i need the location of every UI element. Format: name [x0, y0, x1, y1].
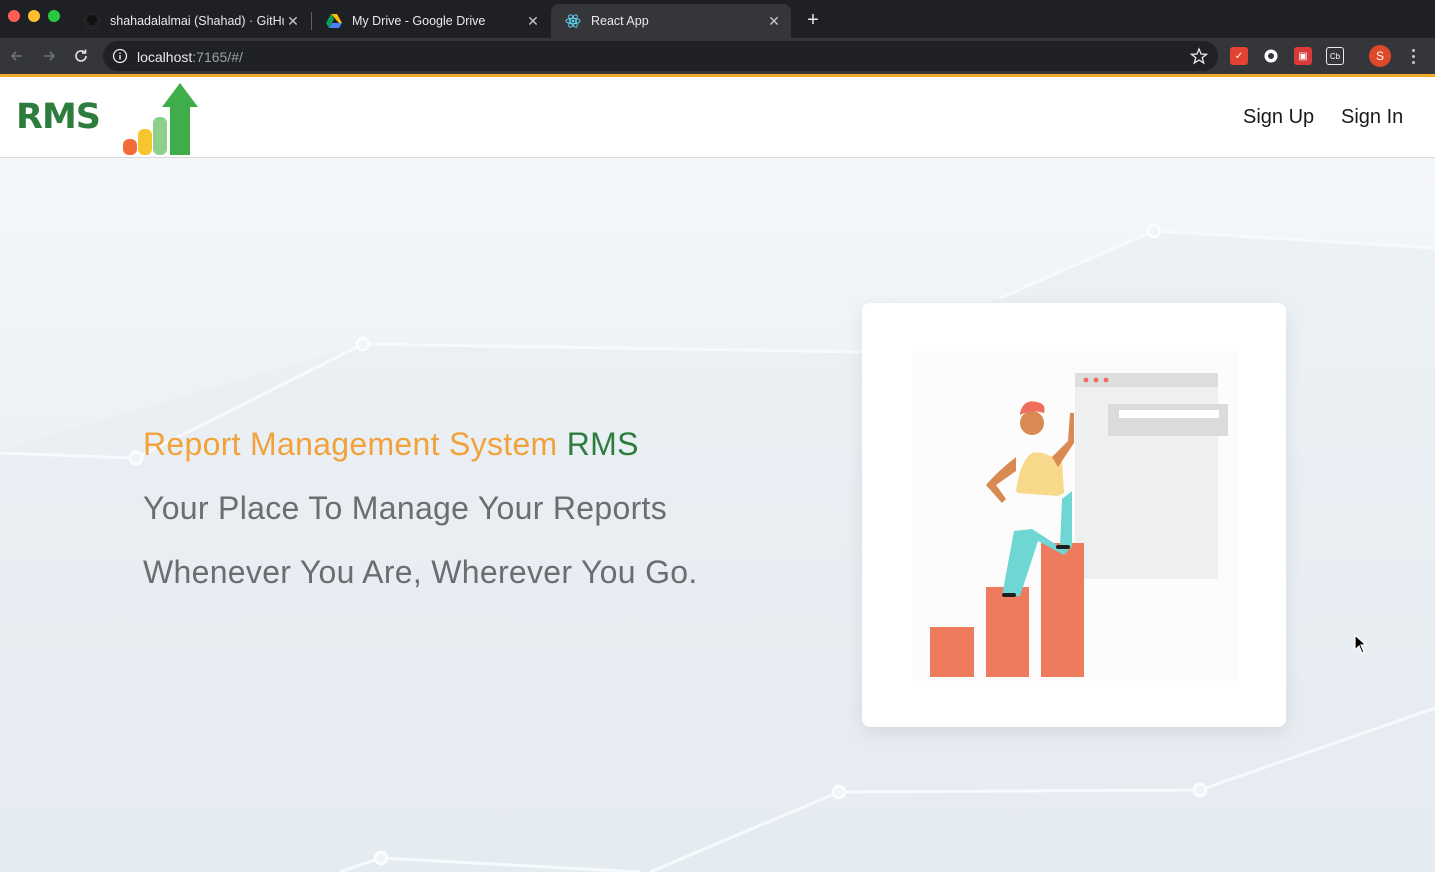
- browser-tab-github[interactable]: shahadalalmai (Shahad) · GitHub ✕: [70, 4, 310, 38]
- sign-in-link[interactable]: Sign In: [1341, 106, 1403, 129]
- browser-tab-google-drive[interactable]: My Drive - Google Drive ✕: [312, 4, 550, 38]
- browser-tab-react-app[interactable]: React App ✕: [551, 4, 791, 38]
- hero-tagline-2: Whenever You Are, Wherever You Go.: [143, 554, 698, 590]
- brand-logo-text[interactable]: RMS: [16, 97, 101, 137]
- browser-toolbar: localhost:7165/#/ ✓ ▣ Cb S: [0, 38, 1435, 74]
- github-icon: [84, 13, 100, 29]
- mouse-cursor-icon: [1354, 634, 1368, 654]
- browser-menu-icon[interactable]: [1404, 46, 1422, 66]
- hero-headline: Report Management System RMS: [143, 426, 639, 463]
- back-icon[interactable]: [5, 44, 29, 68]
- todoist-icon[interactable]: ✓: [1230, 47, 1248, 65]
- new-tab-button[interactable]: +: [800, 8, 826, 32]
- illustration-card: [862, 303, 1286, 727]
- react-icon: [565, 13, 581, 29]
- url-host: localhost: [137, 49, 193, 65]
- hero-tagline-1: Your Place To Manage Your Reports: [143, 490, 668, 526]
- headline-system-name: Report Management System: [143, 426, 558, 462]
- url-path: :7165/#/: [192, 49, 243, 65]
- tab-title: My Drive - Google Drive: [352, 14, 486, 28]
- bookmark-star-icon[interactable]: [1189, 47, 1209, 65]
- tab-title: React App: [591, 14, 649, 28]
- headline-acronym: RMS: [566, 426, 639, 462]
- close-icon[interactable]: ✕: [524, 12, 542, 30]
- app-header: RMS Sign Up Sign In: [0, 77, 1435, 158]
- google-drive-icon: [326, 13, 342, 29]
- close-icon[interactable]: ✕: [765, 12, 783, 30]
- extension-circle-icon[interactable]: [1262, 47, 1280, 65]
- profile-avatar[interactable]: S: [1369, 45, 1391, 67]
- close-icon[interactable]: ✕: [284, 12, 302, 30]
- forward-icon[interactable]: [37, 44, 61, 68]
- extension-gift-icon[interactable]: ▣: [1294, 47, 1312, 65]
- window-close-button[interactable]: [8, 10, 20, 22]
- site-info-icon[interactable]: [112, 48, 128, 64]
- reload-icon[interactable]: [69, 44, 93, 68]
- extension-cb-icon[interactable]: Cb: [1326, 47, 1344, 65]
- sign-up-link[interactable]: Sign Up: [1243, 106, 1314, 129]
- window-maximize-button[interactable]: [48, 10, 60, 22]
- tab-title: shahadalalmai (Shahad) · GitHub: [110, 14, 284, 28]
- address-bar[interactable]: localhost:7165/#/: [103, 41, 1218, 71]
- growth-illustration-image: [912, 351, 1238, 681]
- url-text: localhost:7165/#/: [137, 49, 243, 65]
- window-minimize-button[interactable]: [28, 10, 40, 22]
- growth-chart-logo-icon: [123, 83, 198, 155]
- hero-section: Report Management System RMS Your Place …: [0, 158, 1435, 872]
- browser-titlebar: shahadalalmai (Shahad) · GitHub ✕ My Dri…: [0, 0, 1435, 38]
